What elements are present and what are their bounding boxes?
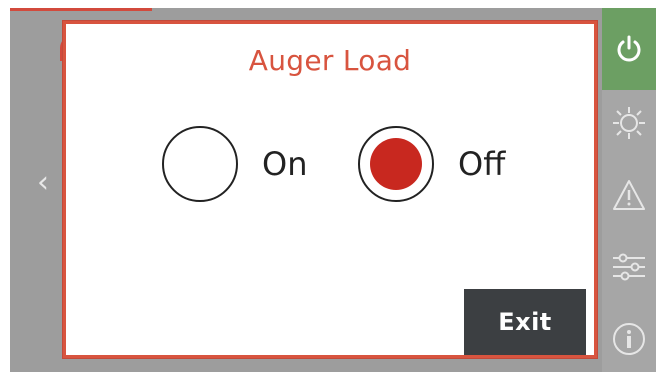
settings-button[interactable] bbox=[602, 234, 656, 300]
background-accent-bar bbox=[10, 8, 152, 11]
off-label: Off bbox=[458, 145, 506, 183]
off-radio-button[interactable] bbox=[358, 126, 434, 202]
info-button[interactable] bbox=[602, 306, 656, 372]
option-on[interactable]: On bbox=[162, 124, 307, 204]
warning-icon bbox=[613, 180, 645, 210]
option-off[interactable]: Off bbox=[358, 124, 505, 204]
sun-snowflake-icon bbox=[613, 107, 645, 139]
dialog-title: Auger Load bbox=[248, 44, 412, 77]
sliders-icon bbox=[613, 253, 645, 281]
power-icon bbox=[617, 35, 641, 62]
exit-button[interactable]: Exit bbox=[464, 289, 586, 355]
auger-load-dialog: Auger Load On Off Exit bbox=[63, 21, 597, 358]
info-icon bbox=[613, 323, 645, 355]
right-sidebar bbox=[602, 8, 656, 372]
climate-button[interactable] bbox=[602, 90, 656, 156]
power-button[interactable] bbox=[602, 8, 656, 90]
selected-dot bbox=[370, 138, 422, 190]
on-radio-button[interactable] bbox=[162, 126, 238, 202]
warning-button[interactable] bbox=[602, 162, 656, 228]
back-chevron-icon[interactable]: ‹ bbox=[37, 168, 49, 198]
device-screen: ‹ Auger Load On Off Exit bbox=[10, 8, 656, 372]
on-label: On bbox=[262, 145, 308, 183]
